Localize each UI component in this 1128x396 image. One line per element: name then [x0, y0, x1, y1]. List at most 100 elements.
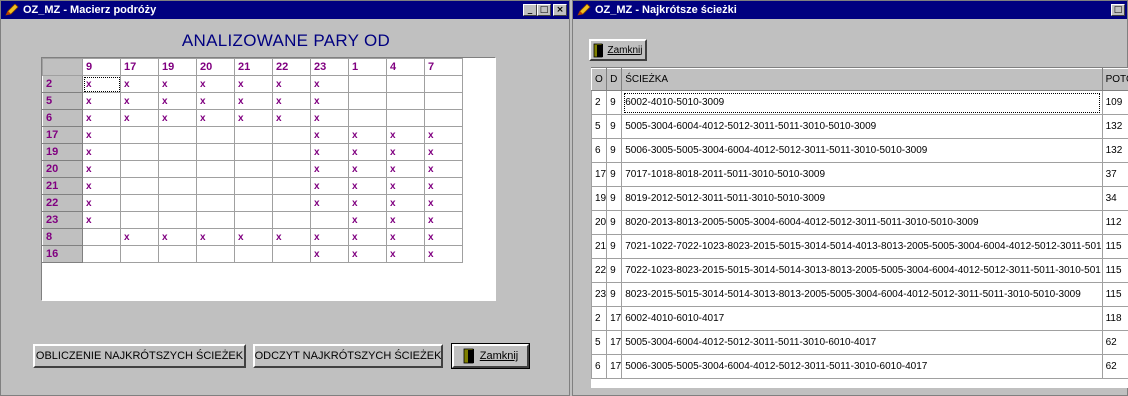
path-cell[interactable]: 8023-2015-5015-3014-5014-3013-8013-2005-… [621, 282, 1103, 307]
flow-cell[interactable]: 62 [1101, 354, 1128, 379]
matrix-cell[interactable] [158, 177, 197, 195]
destination-cell[interactable]: 9 [606, 90, 623, 115]
matrix-cell[interactable]: x [386, 194, 425, 212]
destination-cell[interactable]: 9 [606, 234, 623, 259]
matrix-cell[interactable]: x [424, 160, 463, 178]
path-row[interactable]: 23 9 8023-2015-5015-3014-5014-3013-8013-20… [591, 282, 1128, 307]
matrix-cell[interactable]: x [386, 228, 425, 246]
matrix-cell[interactable]: x [348, 245, 387, 263]
path-row[interactable]: 5 9 5005-3004-6004-4012-5012-3011-5011-301… [591, 114, 1128, 139]
destination-cell[interactable]: 9 [606, 210, 623, 235]
compute-shortest-paths-button[interactable]: OBLICZENIE NAJKRÓTSZYCH ŚCIEŻEK [33, 344, 246, 368]
destination-cell[interactable]: 9 [606, 186, 623, 211]
matrix-cell[interactable] [348, 75, 387, 93]
flow-cell[interactable]: 132 [1101, 138, 1128, 163]
path-row[interactable]: 19 9 8019-2012-5012-3011-5011-3010-5010-30… [591, 186, 1128, 211]
matrix-cell[interactable]: x [348, 177, 387, 195]
matrix-cell[interactable]: x [310, 245, 349, 263]
header-origin[interactable]: O [591, 68, 608, 91]
matrix-cell[interactable] [348, 92, 387, 110]
origin-cell[interactable]: 23 [591, 282, 608, 307]
path-row[interactable]: 2 9 6002-4010-5010-3009 109 [591, 90, 1128, 115]
matrix-cell[interactable] [272, 177, 311, 195]
matrix-cell[interactable]: x [120, 75, 159, 93]
matrix-cell[interactable]: x [310, 177, 349, 195]
matrix-cell[interactable] [234, 126, 273, 144]
matrix-cell[interactable] [424, 92, 463, 110]
matrix-cell[interactable] [120, 211, 159, 229]
flow-cell[interactable]: 109 [1101, 90, 1128, 115]
matrix-cell[interactable]: x [234, 109, 273, 127]
matrix-cell[interactable]: x [424, 245, 463, 263]
flow-cell[interactable]: 37 [1101, 162, 1128, 187]
matrix-cell[interactable]: x [158, 109, 197, 127]
matrix-cell[interactable]: x [234, 75, 273, 93]
matrix-cell[interactable] [196, 126, 235, 144]
matrix-cell[interactable] [272, 126, 311, 144]
matrix-cell[interactable]: x [82, 143, 121, 161]
origin-cell[interactable]: 20 [591, 210, 608, 235]
flow-cell[interactable]: 115 [1101, 234, 1128, 259]
matrix-cell[interactable]: x [234, 228, 273, 246]
matrix-cell[interactable] [386, 109, 425, 127]
header-destination[interactable]: D [606, 68, 623, 91]
minimize-button[interactable]: _ [523, 4, 537, 16]
origin-cell[interactable]: 21 [591, 234, 608, 259]
path-row[interactable]: 6 17 5006-3005-5005-3004-6004-4012-5012-30… [591, 354, 1128, 379]
matrix-cell[interactable]: x [196, 228, 235, 246]
matrix-cell[interactable] [158, 194, 197, 212]
destination-cell[interactable]: 9 [606, 162, 623, 187]
matrix-cell[interactable] [120, 126, 159, 144]
path-cell[interactable]: 7021-1022-7022-1023-8023-2015-5015-3014-… [621, 234, 1103, 259]
matrix-cell[interactable]: x [82, 109, 121, 127]
destination-cell[interactable]: 9 [606, 282, 623, 307]
matrix-cell[interactable]: x [348, 228, 387, 246]
path-cell[interactable]: 8020-2013-8013-2005-5005-3004-6004-4012-… [621, 210, 1103, 235]
matrix-cell[interactable]: x [348, 160, 387, 178]
origin-cell[interactable]: 5 [591, 114, 608, 139]
origin-cell[interactable]: 19 [591, 186, 608, 211]
destination-cell[interactable]: 17 [606, 306, 623, 331]
matrix-cell[interactable] [82, 245, 121, 263]
matrix-cell[interactable] [120, 245, 159, 263]
close-button[interactable]: Zamknij [451, 343, 530, 369]
matrix-cell[interactable]: x [234, 92, 273, 110]
header-flow[interactable]: POTOK [1101, 68, 1128, 91]
path-cell[interactable]: 6002-4010-5010-3009 [621, 90, 1103, 115]
matrix-cell[interactable]: x [424, 228, 463, 246]
matrix-cell[interactable]: x [196, 109, 235, 127]
matrix-cell[interactable]: x [310, 92, 349, 110]
flow-cell[interactable]: 115 [1101, 258, 1128, 283]
matrix-cell[interactable]: x [310, 160, 349, 178]
destination-cell[interactable]: 9 [606, 114, 623, 139]
matrix-cell[interactable]: x [310, 194, 349, 212]
matrix-cell[interactable] [196, 177, 235, 195]
flow-cell[interactable]: 34 [1101, 186, 1128, 211]
origin-cell[interactable]: 2 [591, 90, 608, 115]
matrix-cell[interactable]: x [386, 211, 425, 229]
matrix-cell[interactable] [234, 143, 273, 161]
origin-cell[interactable]: 6 [591, 138, 608, 163]
path-row[interactable]: 2 17 6002-4010-6010-4017 118 [591, 306, 1128, 331]
destination-cell[interactable]: 9 [606, 138, 623, 163]
matrix-cell[interactable]: x [310, 109, 349, 127]
destination-cell[interactable]: 9 [606, 258, 623, 283]
title-bar[interactable]: OZ_MZ - Macierz podróży _ □ × [1, 1, 569, 19]
matrix-cell[interactable]: x [272, 109, 311, 127]
origin-cell[interactable]: 6 [591, 354, 608, 379]
matrix-cell[interactable] [386, 75, 425, 93]
path-row[interactable]: 22 9 7022-1023-8023-2015-5015-3014-5014-30… [591, 258, 1128, 283]
matrix-cell[interactable] [234, 160, 273, 178]
destination-cell[interactable]: 17 [606, 330, 623, 355]
path-cell[interactable]: 6002-4010-6010-4017 [621, 306, 1103, 331]
matrix-cell[interactable] [272, 143, 311, 161]
matrix-cell[interactable]: x [424, 143, 463, 161]
matrix-cell[interactable]: x [272, 75, 311, 93]
path-row[interactable]: 21 9 7021-1022-7022-1023-8023-2015-5015-30… [591, 234, 1128, 259]
maximize-button[interactable]: □ [1111, 4, 1125, 16]
matrix-cell[interactable]: x [272, 228, 311, 246]
destination-cell[interactable]: 17 [606, 354, 623, 379]
origin-cell[interactable]: 22 [591, 258, 608, 283]
origin-cell[interactable]: 2 [591, 306, 608, 331]
path-cell[interactable]: 5005-3004-6004-4012-5012-3011-5011-3010-… [621, 114, 1103, 139]
